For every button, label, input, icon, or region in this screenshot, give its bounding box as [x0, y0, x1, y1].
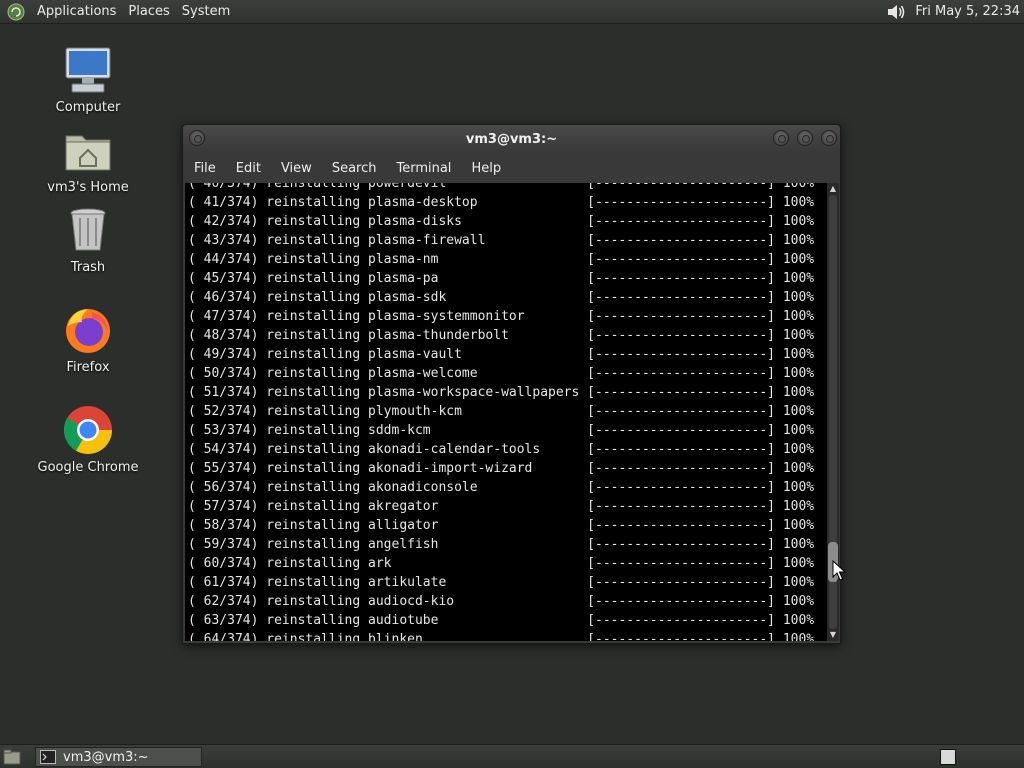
terminal-line: ( 42/374) reinstalling plasma-disks [---… — [188, 214, 815, 229]
terminal-line: ( 41/374) reinstalling plasma-desktop [-… — [188, 195, 815, 210]
terminal-line: ( 43/374) reinstalling plasma-firewall [… — [188, 233, 815, 248]
bottom-panel: vm3@vm3:~ — [0, 744, 1024, 768]
system-menu[interactable]: System — [176, 4, 236, 19]
distro-logo-icon[interactable] — [7, 3, 25, 21]
window-menu-icon[interactable] — [189, 130, 205, 146]
terminal-line: ( 54/374) reinstalling akonadi-calendar-… — [188, 442, 815, 457]
terminal-line: ( 58/374) reinstalling alligator [------… — [188, 518, 815, 533]
terminal-line: ( 49/374) reinstalling plasma-vault [---… — [188, 347, 815, 362]
applications-menu[interactable]: Applications — [31, 4, 122, 19]
terminal-line: ( 40/374) reinstalling powerdevil [-----… — [188, 183, 815, 191]
desktop-icon-home[interactable]: vm3's Home — [33, 124, 143, 195]
menu-terminal[interactable]: Terminal — [386, 161, 461, 176]
menu-search[interactable]: Search — [322, 161, 387, 176]
desktop-icon-chrome[interactable]: Google Chrome — [33, 404, 143, 475]
terminal-line: ( 63/374) reinstalling audiotube [------… — [188, 613, 815, 628]
chrome-icon — [63, 406, 112, 455]
show-desktop-icon[interactable] — [3, 749, 21, 765]
terminal-line: ( 61/374) reinstalling artikulate [-----… — [188, 575, 815, 590]
menu-file[interactable]: File — [183, 161, 226, 176]
terminal-line: ( 46/374) reinstalling plasma-sdk [-----… — [188, 290, 815, 305]
window-titlebar[interactable]: vm3@vm3:~ — [183, 125, 840, 153]
terminal-line: ( 62/374) reinstalling audiocd-kio [----… — [188, 594, 815, 609]
desktop-icon-label: Google Chrome — [37, 460, 139, 475]
terminal-line: ( 45/374) reinstalling plasma-pa [------… — [188, 271, 815, 286]
scroll-up-icon[interactable]: ▲ — [829, 184, 837, 194]
terminal-line: ( 44/374) reinstalling plasma-nm [------… — [188, 252, 815, 267]
menu-view[interactable]: View — [271, 161, 322, 176]
firefox-icon — [66, 309, 110, 353]
terminal-icon — [40, 750, 56, 764]
terminal-window: vm3@vm3:~ File Edit View Search Terminal… — [182, 124, 841, 644]
terminal-line: ( 64/374) reinstalling blinken [--------… — [188, 632, 815, 641]
terminal-menubar: File Edit View Search Terminal Help — [183, 153, 840, 183]
clock[interactable]: Fri May 5, 22:34 — [915, 4, 1020, 19]
terminal-line: ( 50/374) reinstalling plasma-welcome [-… — [188, 366, 815, 381]
desktop-icon-computer[interactable]: Computer — [33, 44, 143, 115]
terminal-lines: ( 40/374) reinstalling powerdevil [-----… — [188, 183, 814, 641]
volume-icon[interactable] — [885, 1, 907, 23]
computer-icon — [65, 47, 111, 93]
desktop-icon-trash[interactable]: Trash — [33, 204, 143, 275]
home-folder-icon — [65, 135, 111, 171]
window-title: vm3@vm3:~ — [465, 131, 558, 147]
mouse-pointer-icon — [832, 560, 846, 581]
minimize-button[interactable] — [773, 130, 789, 146]
menu-help[interactable]: Help — [461, 161, 511, 176]
desktop-icon-label: Computer — [55, 100, 121, 115]
desktop-icon-firefox[interactable]: Firefox — [33, 304, 143, 375]
terminal-line: ( 55/374) reinstalling akonadi-import-wi… — [188, 461, 815, 476]
top-panel: Applications Places System Fri May 5, 22… — [0, 0, 1024, 24]
terminal-line: ( 53/374) reinstalling sddm-kcm [-------… — [188, 423, 815, 438]
terminal-line: ( 59/374) reinstalling angelfish [------… — [188, 537, 815, 552]
desktop-icon-label: Trash — [70, 260, 106, 275]
trash-icon — [70, 208, 106, 251]
terminal-line: ( 56/374) reinstalling akonadiconsole [-… — [188, 480, 815, 495]
taskbar-item-terminal[interactable]: vm3@vm3:~ — [35, 747, 202, 767]
terminal-line: ( 48/374) reinstalling plasma-thunderbol… — [188, 328, 815, 343]
scroll-down-icon[interactable]: ▼ — [829, 630, 837, 640]
terminal-line: ( 47/374) reinstalling plasma-systemmoni… — [188, 309, 815, 324]
terminal-output[interactable]: ( 40/374) reinstalling powerdevil [-----… — [185, 183, 827, 641]
desktop-icon-label: vm3's Home — [47, 180, 129, 195]
maximize-button[interactable] — [797, 130, 813, 146]
terminal-line: ( 52/374) reinstalling plymouth-kcm [---… — [188, 404, 815, 419]
desktop-icon-label: Firefox — [66, 360, 110, 375]
menu-edit[interactable]: Edit — [226, 161, 271, 176]
workspace-switcher[interactable] — [940, 749, 956, 765]
close-button[interactable] — [821, 130, 837, 146]
terminal-line: ( 60/374) reinstalling ark [------------… — [188, 556, 815, 571]
terminal-line: ( 57/374) reinstalling akregator [------… — [188, 499, 815, 514]
places-menu[interactable]: Places — [122, 4, 175, 19]
terminal-line: ( 51/374) reinstalling plasma-workspace-… — [188, 385, 815, 400]
taskbar-item-label: vm3@vm3:~ — [63, 749, 149, 765]
